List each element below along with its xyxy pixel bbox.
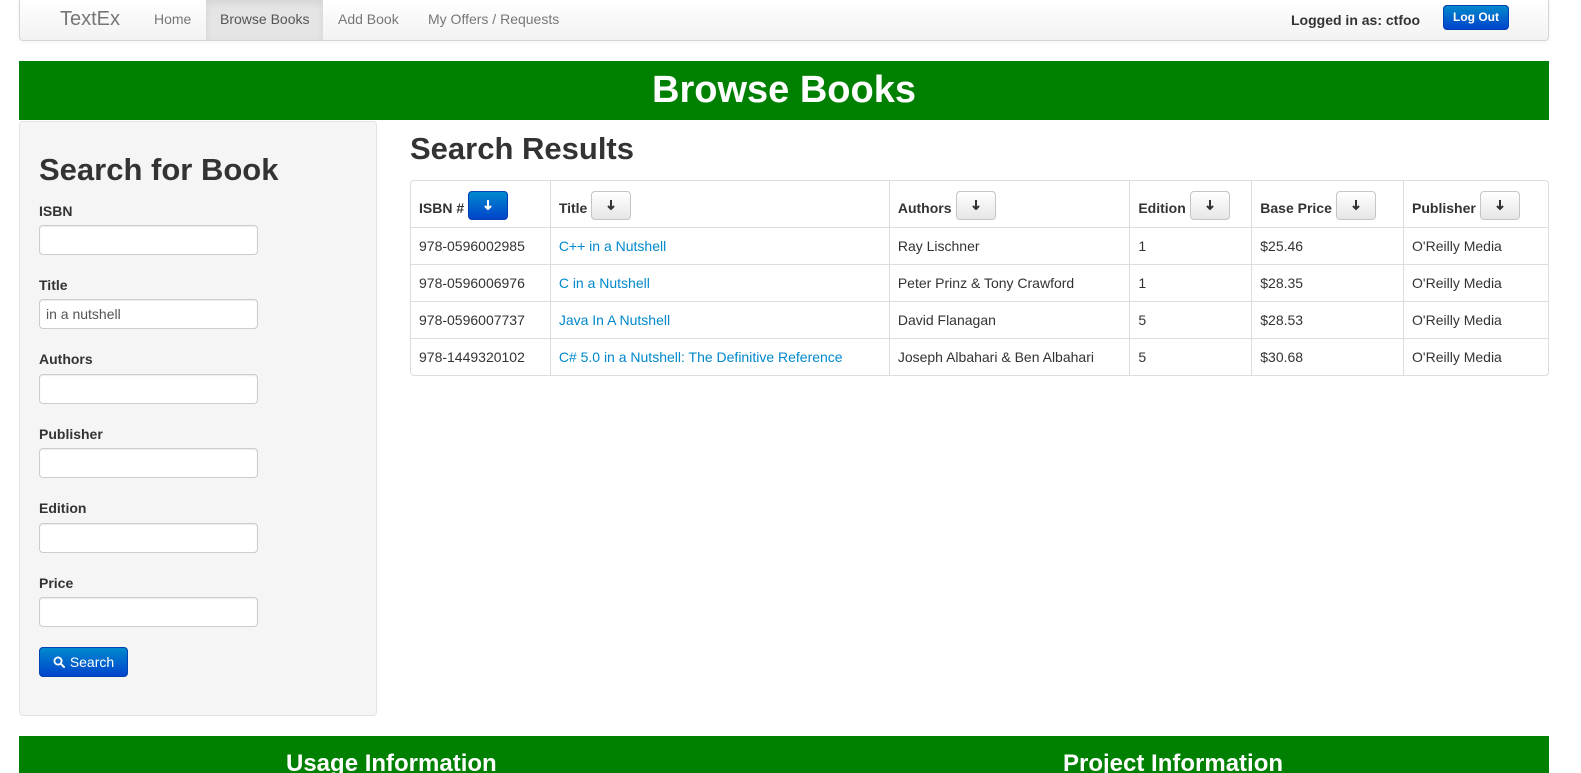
nav-add-book[interactable]: Add Book — [324, 0, 413, 40]
column-label: Authors — [897, 200, 952, 216]
price-cell: $28.35 — [1251, 264, 1404, 301]
book-title-link[interactable]: C++ in a Nutshell — [559, 238, 666, 254]
price-cell: $28.53 — [1251, 301, 1404, 338]
publisher-cell: O'Reilly Media — [1403, 338, 1548, 375]
table-row: 978-0596006976 C in a Nutshell Peter Pri… — [411, 264, 1548, 301]
table-row: 978-0596002985 C++ in a Nutshell Ray Lis… — [411, 227, 1548, 264]
arrow-down-icon — [971, 200, 980, 211]
brand-logo[interactable]: TextEx — [60, 8, 120, 31]
isbn-cell: 978-0596002985 — [411, 227, 550, 264]
usage-information-heading: Usage Information — [286, 750, 497, 773]
edition-cell: 1 — [1129, 227, 1252, 264]
table-row: 978-0596007737 Java In A Nutshell David … — [411, 301, 1548, 338]
search-icon — [53, 656, 65, 668]
column-header-authors: Authors — [888, 181, 1130, 227]
page-title: Browse Books — [19, 61, 1549, 120]
arrow-down-icon — [1352, 200, 1360, 211]
sidebar-title: Search for Book — [39, 152, 279, 187]
nav-browse-books[interactable]: Browse Books — [206, 0, 324, 40]
edition-cell: 5 — [1129, 301, 1252, 338]
title-cell: C in a Nutshell — [549, 264, 889, 301]
column-label: Base Price — [1260, 200, 1332, 216]
sort-edition-button[interactable] — [1189, 190, 1230, 220]
table-row: 978-1449320102 C# 5.0 in a Nutshell: The… — [411, 338, 1548, 375]
arrow-down-icon — [1206, 200, 1214, 211]
results-table: ISBN # Title Authors Edition Base Price … — [410, 180, 1549, 376]
price-input[interactable] — [39, 597, 258, 627]
nav-home[interactable]: Home — [140, 0, 205, 40]
arrow-down-icon — [1496, 200, 1504, 211]
edition-label: Edition — [39, 500, 87, 516]
arrow-down-icon — [607, 200, 616, 211]
isbn-input[interactable] — [39, 225, 258, 255]
isbn-cell: 978-1449320102 — [411, 338, 550, 375]
title-cell: C++ in a Nutshell — [549, 227, 889, 264]
edition-cell: 1 — [1129, 264, 1252, 301]
search-button[interactable]: Search — [39, 647, 128, 677]
results-title: Search Results — [410, 131, 634, 166]
edition-cell: 5 — [1129, 338, 1252, 375]
publisher-input[interactable] — [39, 448, 258, 478]
column-header-isbn: ISBN # — [411, 181, 550, 227]
sort-base-price-button[interactable] — [1335, 190, 1376, 220]
footer: Usage Information Project Information — [19, 736, 1549, 773]
book-title-link[interactable]: C# 5.0 in a Nutshell: The Definitive Ref… — [559, 349, 843, 365]
column-header-edition: Edition — [1129, 181, 1251, 227]
nav-my-offers-requests[interactable]: My Offers / Requests — [414, 0, 573, 40]
authors-cell: Joseph Albahari & Ben Albahari — [888, 338, 1130, 375]
publisher-label: Publisher — [39, 426, 103, 442]
publisher-cell: O'Reilly Media — [1403, 227, 1548, 264]
sort-title-button[interactable] — [591, 190, 632, 220]
search-button-label: Search — [69, 654, 115, 670]
arrow-down-icon — [484, 200, 492, 211]
column-header-publisher: Publisher — [1403, 181, 1548, 227]
price-cell: $25.46 — [1251, 227, 1404, 264]
isbn-cell: 978-0596007737 — [411, 301, 550, 338]
edition-input[interactable] — [39, 523, 258, 553]
project-information-heading: Project Information — [1063, 750, 1284, 773]
book-title-link[interactable]: Java In A Nutshell — [559, 312, 670, 328]
title-input[interactable] — [39, 299, 258, 329]
authors-cell: Peter Prinz & Tony Crawford — [888, 264, 1130, 301]
isbn-label: ISBN — [39, 203, 73, 219]
authors-input[interactable] — [39, 374, 258, 404]
authors-cell: Ray Lischner — [888, 227, 1130, 264]
title-label: Title — [39, 277, 68, 293]
sort-authors-button[interactable] — [955, 190, 996, 220]
publisher-cell: O'Reilly Media — [1403, 264, 1548, 301]
book-title-link[interactable]: C in a Nutshell — [559, 275, 650, 291]
title-cell: C# 5.0 in a Nutshell: The Definitive Ref… — [549, 338, 889, 375]
column-label: Title — [558, 200, 588, 216]
column-label: Publisher — [1412, 200, 1476, 216]
authors-label: Authors — [39, 351, 93, 367]
column-label: Edition — [1138, 200, 1186, 216]
column-header-title: Title — [549, 181, 889, 227]
logout-button[interactable]: Log Out — [1443, 5, 1509, 30]
price-cell: $30.68 — [1251, 338, 1404, 375]
column-header-base-price: Base Price — [1251, 181, 1403, 227]
price-label: Price — [39, 575, 74, 591]
title-cell: Java In A Nutshell — [549, 301, 889, 338]
authors-cell: David Flanagan — [888, 301, 1130, 338]
search-sidebar: Search for Book ISBN Title Authors Publi… — [19, 121, 377, 716]
logged-in-status: Logged in as: ctfoo — [1291, 12, 1421, 28]
table-header-row: ISBN # Title Authors Edition Base Price … — [411, 181, 1548, 227]
isbn-cell: 978-0596006976 — [411, 264, 550, 301]
publisher-cell: O'Reilly Media — [1403, 301, 1548, 338]
sort-publisher-button[interactable] — [1479, 190, 1520, 220]
column-label: ISBN # — [419, 200, 465, 216]
sort-isbn-button[interactable] — [468, 190, 509, 220]
top-navbar: TextEx Home Browse Books Add Book My Off… — [19, 0, 1549, 41]
